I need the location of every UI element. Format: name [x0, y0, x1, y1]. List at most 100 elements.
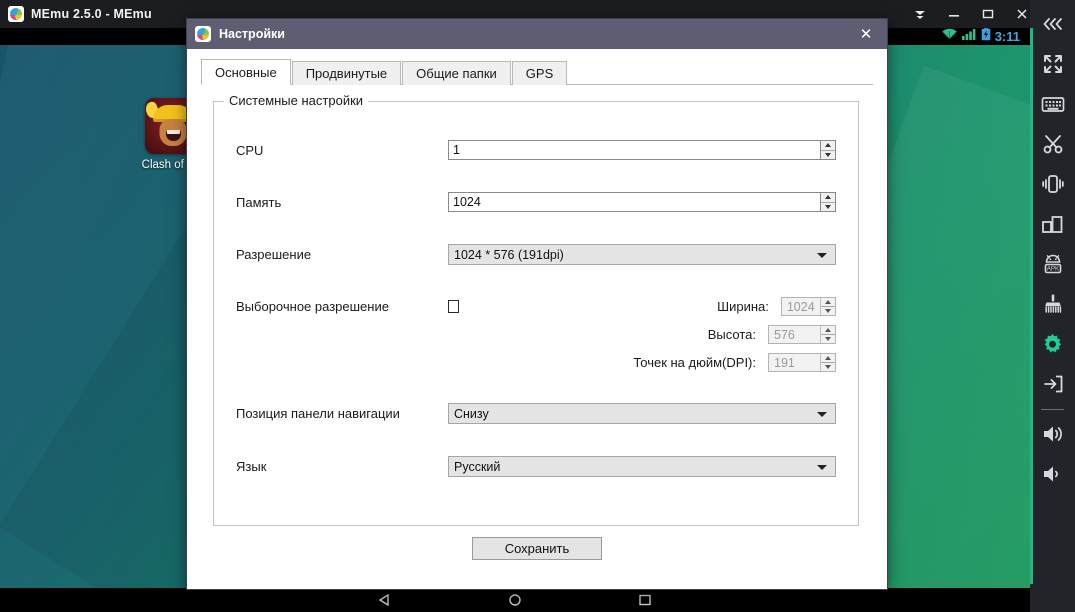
broom-icon: [1042, 293, 1064, 315]
dialog-body: Основные Продвинутые Общие папки GPS Сис…: [187, 49, 887, 527]
dpi-stepper-buttons[interactable]: [820, 354, 835, 371]
status-bar-clock: 3:11: [994, 29, 1020, 44]
home-icon[interactable]: [504, 592, 526, 608]
dialog-title-group: Настройки: [187, 26, 285, 42]
triangle-down-icon: [825, 309, 831, 313]
row-cpu: CPU: [236, 140, 836, 160]
nav-position-label: Позиция панели навигации: [236, 406, 400, 421]
dialog-title: Настройки: [219, 27, 285, 41]
custom-resolution-checkbox[interactable]: [448, 300, 459, 313]
volume-down-button[interactable]: [1030, 454, 1075, 494]
width-label: Ширина:: [717, 299, 769, 314]
triangle-down-icon: [825, 337, 831, 341]
minimize-button[interactable]: [947, 7, 961, 21]
cpu-stepper-up[interactable]: [821, 141, 835, 151]
row-custom-resolution: Выборочное разрешение Ширина: 1024: [236, 297, 836, 316]
volume-up-button[interactable]: [1030, 414, 1075, 454]
dpi-stepper-up[interactable]: [821, 354, 835, 363]
width-stepper-buttons[interactable]: [820, 298, 835, 315]
width-value: 1024: [786, 299, 815, 314]
coc-mouth: [165, 130, 181, 141]
cpu-stepper[interactable]: [820, 141, 835, 159]
tab-gps[interactable]: GPS: [511, 61, 568, 85]
close-button[interactable]: [1015, 7, 1029, 21]
memory-stepper-up[interactable]: [821, 193, 835, 203]
clean-memory-button[interactable]: [1030, 284, 1075, 324]
android-nav-bar: [0, 588, 1030, 612]
back-icon[interactable]: [374, 592, 396, 608]
width-stepper-up[interactable]: [821, 298, 835, 307]
cpu-field[interactable]: [448, 140, 836, 160]
signal-bars-icon: [961, 28, 977, 46]
width-stepper-down[interactable]: [821, 307, 835, 315]
svg-text:APK: APK: [1046, 266, 1059, 273]
height-value: 576: [774, 327, 795, 342]
memory-input[interactable]: [449, 193, 820, 211]
language-select[interactable]: Русский: [448, 456, 836, 477]
settings-tabs: Основные Продвинутые Общие папки GPS: [201, 59, 873, 85]
maximize-button[interactable]: [981, 7, 995, 21]
fullscreen-icon: [1042, 53, 1064, 75]
height-stepper-down[interactable]: [821, 335, 835, 343]
row-nav-position: Позиция панели навигации Снизу: [236, 403, 836, 424]
triangle-up-icon: [825, 195, 831, 200]
keyboard-button[interactable]: [1030, 84, 1075, 124]
close-icon[interactable]: ✕: [855, 19, 877, 49]
memu-logo-icon: [8, 6, 24, 22]
triangle-up-icon: [825, 143, 831, 148]
width-stepper[interactable]: 1024: [780, 297, 836, 316]
toolbar-divider: [1041, 409, 1064, 410]
row-dpi: Точек на дюйм(DPI): 191: [236, 353, 836, 372]
fullscreen-button[interactable]: [1030, 44, 1075, 84]
exit-icon: [1042, 373, 1064, 395]
row-memory: Память: [236, 192, 836, 212]
memory-stepper-down[interactable]: [821, 203, 835, 212]
system-settings-group: Системные настройки CPU Память: [213, 93, 859, 526]
install-apk-button[interactable]: APK: [1030, 244, 1075, 284]
collapse-sidebar-button[interactable]: [1030, 4, 1075, 44]
exit-button[interactable]: [1030, 364, 1075, 404]
height-label: Высота:: [707, 327, 756, 342]
multi-window-button[interactable]: [1030, 204, 1075, 244]
apk-install-icon: APK: [1041, 253, 1065, 275]
window-controls: [913, 0, 1029, 28]
cpu-stepper-down[interactable]: [821, 151, 835, 160]
dpi-stepper-down[interactable]: [821, 363, 835, 371]
collapse-toolbar-button[interactable]: [913, 7, 927, 21]
settings-button[interactable]: [1030, 324, 1075, 364]
memu-logo-icon: [195, 26, 211, 42]
tab-shared-folders[interactable]: Общие папки: [402, 61, 511, 85]
chevron-down-icon: [817, 464, 827, 470]
cpu-input[interactable]: [449, 141, 820, 159]
row-language: Язык Русский: [236, 456, 836, 477]
shake-button[interactable]: [1030, 164, 1075, 204]
height-stepper[interactable]: 576: [768, 325, 836, 344]
wifi-icon: [941, 28, 958, 46]
dpi-label: Точек на дюйм(DPI):: [633, 355, 756, 370]
save-button[interactable]: Сохранить: [472, 537, 602, 560]
resolution-select[interactable]: 1024 * 576 (191dpi): [448, 244, 836, 265]
dpi-value: 191: [774, 355, 795, 370]
memory-stepper[interactable]: [820, 193, 835, 211]
triangle-up-icon: [825, 356, 831, 360]
chevrons-left-icon: [1042, 17, 1064, 31]
height-stepper-buttons[interactable]: [820, 326, 835, 343]
tab-advanced[interactable]: Продвинутые: [291, 61, 402, 85]
tab-general[interactable]: Основные: [201, 59, 291, 85]
dpi-stepper[interactable]: 191: [768, 353, 836, 372]
chevron-down-icon: [817, 252, 827, 258]
memory-field[interactable]: [448, 192, 836, 212]
cpu-label: CPU: [236, 142, 264, 158]
language-label: Язык: [236, 459, 267, 474]
triangle-down-icon: [825, 204, 831, 209]
keyboard-icon: [1041, 95, 1065, 114]
nav-position-select[interactable]: Снизу: [448, 403, 836, 424]
recents-icon[interactable]: [634, 592, 656, 608]
memu-side-toolbar: APK: [1030, 0, 1075, 612]
settings-dialog: Настройки ✕ Основные Продвинутые Общие п…: [186, 18, 888, 590]
height-stepper-up[interactable]: [821, 326, 835, 335]
row-resolution: Разрешение 1024 * 576 (191dpi): [236, 244, 836, 265]
battery-charging-icon: [981, 28, 991, 46]
screenshot-cut-button[interactable]: [1030, 124, 1075, 164]
resolution-label: Разрешение: [236, 247, 312, 262]
